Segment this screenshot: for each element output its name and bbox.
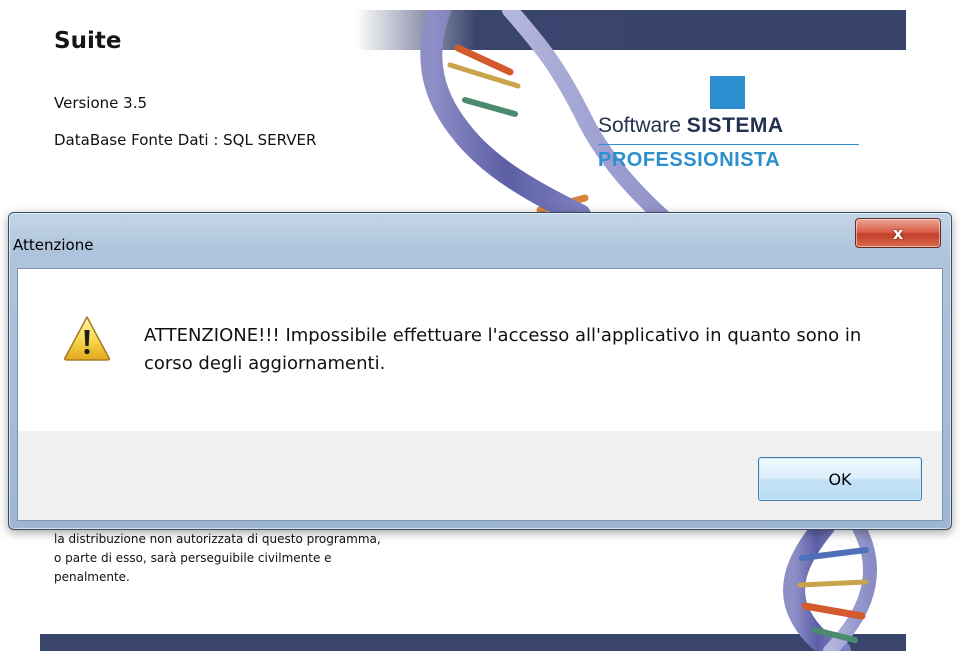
app-title: Suite — [54, 28, 122, 54]
warning-dialog: Attenzione x ATTENZIONE!!! Impossibile e… — [8, 212, 952, 530]
logo-line-1: Software SISTEMA — [598, 114, 784, 138]
logo-software-text: Software — [598, 114, 681, 137]
database-source-label: DataBase Fonte Dati : SQL SERVER — [54, 131, 317, 149]
legal-line: penalmente. — [54, 570, 130, 584]
close-button[interactable]: x — [855, 218, 941, 248]
ok-button[interactable]: OK — [758, 457, 922, 501]
legal-line: o parte di esso, sarà perseguibile civil… — [54, 551, 332, 565]
legal-line: la distribuzione non autorizzata di ques… — [54, 532, 381, 546]
warning-icon — [64, 316, 110, 361]
logo-divider — [598, 144, 859, 145]
version-label: Versione 3.5 — [54, 94, 148, 112]
dialog-button-bar: OK — [18, 431, 942, 520]
legal-notice: la distribuzione non autorizzata di ques… — [54, 530, 504, 587]
dialog-title: Attenzione — [13, 236, 94, 254]
close-icon: x — [892, 223, 904, 243]
logo-sistema-text: SISTEMA — [686, 114, 784, 137]
logo-square — [710, 76, 745, 109]
dialog-message: ATTENZIONE!!! Impossibile effettuare l'a… — [144, 325, 862, 374]
dialog-body: ATTENZIONE!!! Impossibile effettuare l'a… — [17, 268, 943, 521]
logo-professionista-text: PROFESSIONISTA — [598, 149, 781, 171]
